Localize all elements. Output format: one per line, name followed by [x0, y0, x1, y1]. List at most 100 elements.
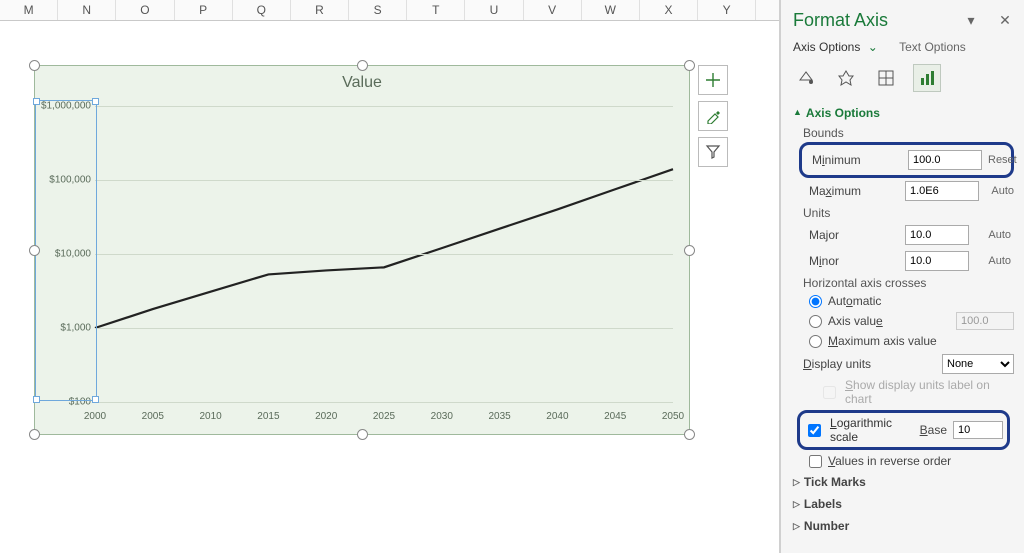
show-display-units-label-checkbox: [823, 386, 836, 399]
section-labels[interactable]: ▷ Labels: [793, 492, 1014, 514]
resize-handle[interactable]: [684, 429, 695, 440]
gridline: [95, 328, 673, 329]
chart-object[interactable]: Value $100$1,000$10,000$100,000$1,000,00…: [34, 65, 690, 435]
gridline: [95, 106, 673, 107]
hac-maximum-radio[interactable]: [809, 335, 822, 348]
column-header[interactable]: T: [407, 0, 465, 20]
fill-line-icon[interactable]: [793, 65, 819, 91]
major-auto-button[interactable]: Auto: [975, 229, 1011, 241]
minor-label: Minor: [809, 254, 899, 268]
values-in-reverse-label: Values in reverse order: [828, 454, 951, 468]
x-tick-label[interactable]: 2025: [373, 411, 395, 422]
column-header[interactable]: O: [116, 0, 174, 20]
effects-icon[interactable]: [833, 65, 859, 91]
gridline: [95, 254, 673, 255]
maximum-auto-button[interactable]: Auto: [985, 185, 1014, 197]
log-scale-checkbox[interactable]: [808, 424, 821, 437]
chart-styles-button[interactable]: [698, 101, 728, 131]
column-headers: MNOPQRSTUVWXY: [0, 0, 779, 21]
x-tick-label[interactable]: 2010: [199, 411, 221, 422]
hac-automatic-radio[interactable]: [809, 295, 822, 308]
x-tick-label[interactable]: 2030: [431, 411, 453, 422]
log-scale-label: Logarithmic scale: [830, 416, 914, 444]
column-header[interactable]: N: [58, 0, 116, 20]
minor-auto-button[interactable]: Auto: [975, 255, 1011, 267]
resize-handle[interactable]: [29, 429, 40, 440]
chart-tools: [698, 65, 728, 167]
x-tick-label[interactable]: 2035: [488, 411, 510, 422]
pane-close-icon[interactable]: ✕: [996, 12, 1014, 29]
plot-area[interactable]: $100$1,000$10,000$100,000$1,000,00020002…: [95, 106, 673, 402]
values-in-reverse-checkbox[interactable]: [809, 455, 822, 468]
column-header[interactable]: Y: [698, 0, 756, 20]
resize-handle[interactable]: [29, 245, 40, 256]
pane-tabs: Axis Options ⌄ Text Options: [793, 40, 1014, 58]
y-tick-label[interactable]: $100,000: [33, 175, 95, 186]
size-properties-icon[interactable]: [873, 65, 899, 91]
column-header[interactable]: M: [0, 0, 58, 20]
resize-handle[interactable]: [684, 245, 695, 256]
log-base-input[interactable]: [953, 421, 1003, 439]
resize-handle[interactable]: [29, 60, 40, 71]
section-axis-options[interactable]: ▲ Axis Options: [793, 102, 1014, 124]
minimum-label: Minimum: [812, 153, 902, 167]
y-tick-label[interactable]: $1,000: [33, 323, 95, 334]
display-units-select[interactable]: None: [942, 354, 1014, 374]
resize-handle[interactable]: [357, 429, 368, 440]
y-tick-label[interactable]: $1,000,000: [33, 101, 95, 112]
column-header[interactable]: P: [175, 0, 233, 20]
column-header[interactable]: U: [465, 0, 523, 20]
maximum-input[interactable]: [905, 181, 979, 201]
resize-handle[interactable]: [357, 60, 368, 71]
pane-option-icons: [793, 58, 1014, 102]
major-input[interactable]: [905, 225, 969, 245]
hac-axis-value-radio[interactable]: [809, 315, 822, 328]
x-tick-label[interactable]: 2020: [315, 411, 337, 422]
pane-title: Format Axis: [793, 10, 962, 31]
section-tick-marks[interactable]: ▷ Tick Marks: [793, 470, 1014, 492]
hac-axis-value-label: Axis value: [828, 314, 883, 328]
triangle-right-icon: ▷: [793, 521, 800, 532]
minimum-reset-button[interactable]: Reset: [988, 154, 1017, 166]
bounds-label: Bounds: [793, 124, 1014, 142]
format-axis-pane: Format Axis ▾ ✕ Axis Options ⌄ Text Opti…: [780, 0, 1024, 553]
resize-handle[interactable]: [684, 60, 695, 71]
gridline: [95, 180, 673, 181]
x-tick-label[interactable]: 2015: [257, 411, 279, 422]
tab-axis-options[interactable]: Axis Options: [793, 40, 860, 54]
x-tick-label[interactable]: 2000: [84, 411, 106, 422]
log-scale-highlight: Logarithmic scale Base: [797, 410, 1010, 450]
y-tick-label[interactable]: $10,000: [33, 249, 95, 260]
y-tick-label[interactable]: $100: [33, 397, 95, 408]
column-header[interactable]: X: [640, 0, 698, 20]
axis-options-icon[interactable]: [913, 64, 941, 92]
column-header[interactable]: W: [582, 0, 640, 20]
column-header[interactable]: R: [291, 0, 349, 20]
column-header[interactable]: Q: [233, 0, 291, 20]
chevron-down-icon[interactable]: ⌄: [864, 40, 882, 54]
display-units-label: Display units: [803, 357, 934, 371]
pane-dropdown-icon[interactable]: ▾: [962, 12, 980, 29]
maximum-label: Maximum: [809, 184, 899, 198]
column-header[interactable]: [756, 0, 779, 20]
tab-text-options[interactable]: Text Options: [899, 40, 966, 54]
x-tick-label[interactable]: 2040: [546, 411, 568, 422]
column-header[interactable]: V: [524, 0, 582, 20]
plus-icon: [705, 72, 721, 88]
chart-filters-button[interactable]: [698, 137, 728, 167]
x-tick-label[interactable]: 2005: [142, 411, 164, 422]
worksheet: MNOPQRSTUVWXY Value $100$1,000$10,000$10…: [0, 0, 780, 553]
triangle-right-icon: ▷: [793, 499, 800, 510]
minor-input[interactable]: [905, 251, 969, 271]
horizontal-axis-crosses-label: Horizontal axis crosses: [793, 274, 1014, 292]
major-label: Major: [809, 228, 899, 242]
section-number[interactable]: ▷ Number: [793, 514, 1014, 536]
x-tick-label[interactable]: 2050: [662, 411, 684, 422]
log-base-label: Base: [920, 423, 947, 437]
triangle-down-icon: ▲: [793, 107, 802, 117]
minimum-input[interactable]: [908, 150, 982, 170]
chart-elements-button[interactable]: [698, 65, 728, 95]
x-tick-label[interactable]: 2045: [604, 411, 626, 422]
column-header[interactable]: S: [349, 0, 407, 20]
hac-maximum-label: Maximum axis value: [828, 334, 937, 348]
